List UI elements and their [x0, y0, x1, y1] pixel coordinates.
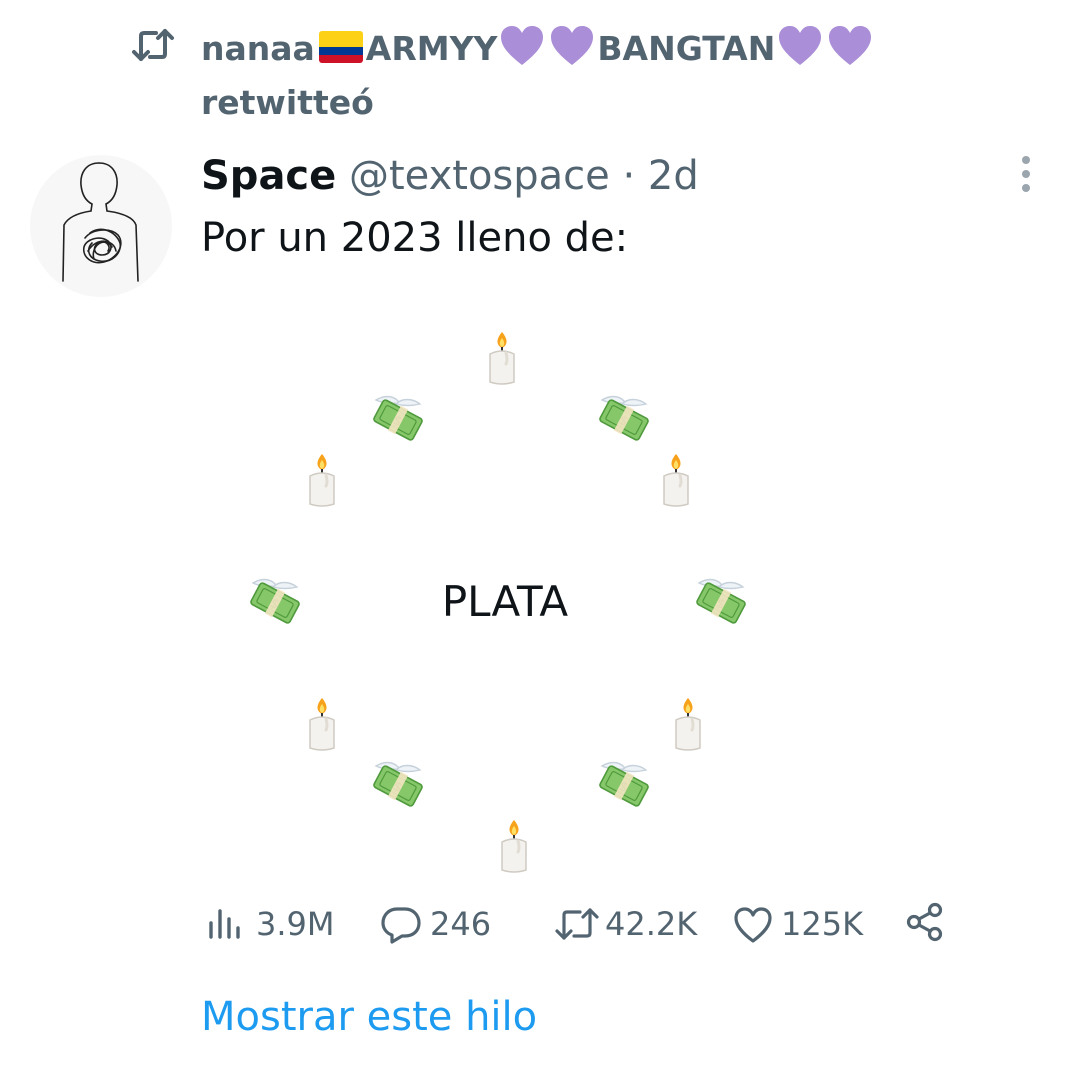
candle-icon [656, 452, 696, 512]
art-center-word: PLATA [441, 577, 569, 626]
tweet-header: Space @textospace · 2d [201, 150, 699, 202]
purple-heart-icon [829, 26, 872, 65]
reply-button[interactable]: 246 [380, 898, 500, 950]
retweet-icon [132, 29, 174, 61]
purple-heart-icon [501, 26, 544, 65]
retweeter-name-mid: ARMYY [365, 29, 498, 68]
retweet-button[interactable]: 42.2K [555, 898, 705, 950]
retweeter-name-start: nanaa [201, 29, 315, 68]
purple-heart-icon [779, 26, 822, 65]
retweet-count: 42.2K [605, 905, 698, 943]
views-button[interactable]: 3.9M [206, 898, 346, 950]
money-with-wings-icon: $ [693, 575, 749, 629]
purple-heart-icon [551, 26, 594, 65]
retweet-action-label: retwitteó [201, 83, 374, 122]
candle-icon [482, 330, 522, 390]
tweet-text: Por un 2023 lleno de: [201, 215, 629, 261]
colombia-flag-icon [318, 31, 363, 63]
reply-count: 246 [430, 905, 492, 943]
candle-icon [302, 696, 342, 756]
share-button[interactable] [905, 898, 947, 950]
avatar-sketch-icon [62, 162, 139, 282]
author-name[interactable]: Space [201, 153, 336, 199]
tweet-timestamp[interactable]: 2d [648, 153, 699, 199]
candle-icon [668, 696, 708, 756]
more-vertical-icon[interactable] [1010, 152, 1042, 196]
share-icon [906, 902, 943, 942]
header-separator: · [622, 153, 636, 199]
like-button[interactable]: 125K [733, 898, 863, 950]
author-handle[interactable]: @textospace [349, 153, 610, 199]
bar-chart-icon [209, 909, 240, 939]
money-with-wings-icon: $ [370, 758, 426, 812]
money-with-wings-icon: $ [370, 392, 426, 446]
retweeter-name-end: BANGTAN [597, 29, 776, 68]
show-thread-link[interactable]: Mostrar este hilo [201, 990, 537, 1044]
speech-bubble-icon [381, 907, 421, 944]
retweet-icon [555, 908, 599, 940]
retweeter-name[interactable]: nanaa ARMYY BANGTAN [201, 22, 981, 76]
money-with-wings-icon: $ [247, 575, 303, 629]
like-count: 125K [781, 905, 864, 943]
money-with-wings-icon: $ [596, 392, 652, 446]
money-with-wings-icon: $ [596, 758, 652, 812]
heart-outline-icon [734, 907, 772, 943]
avatar[interactable] [30, 155, 172, 297]
candle-icon [302, 452, 342, 512]
retweet-banner-text[interactable]: nanaa ARMYY BANGTAN retwitteó [201, 22, 981, 130]
candle-icon [494, 818, 534, 878]
tweet-page: nanaa ARMYY BANGTAN retwitteó Space @texto… [0, 0, 1080, 1072]
views-count: 3.9M [256, 905, 335, 943]
